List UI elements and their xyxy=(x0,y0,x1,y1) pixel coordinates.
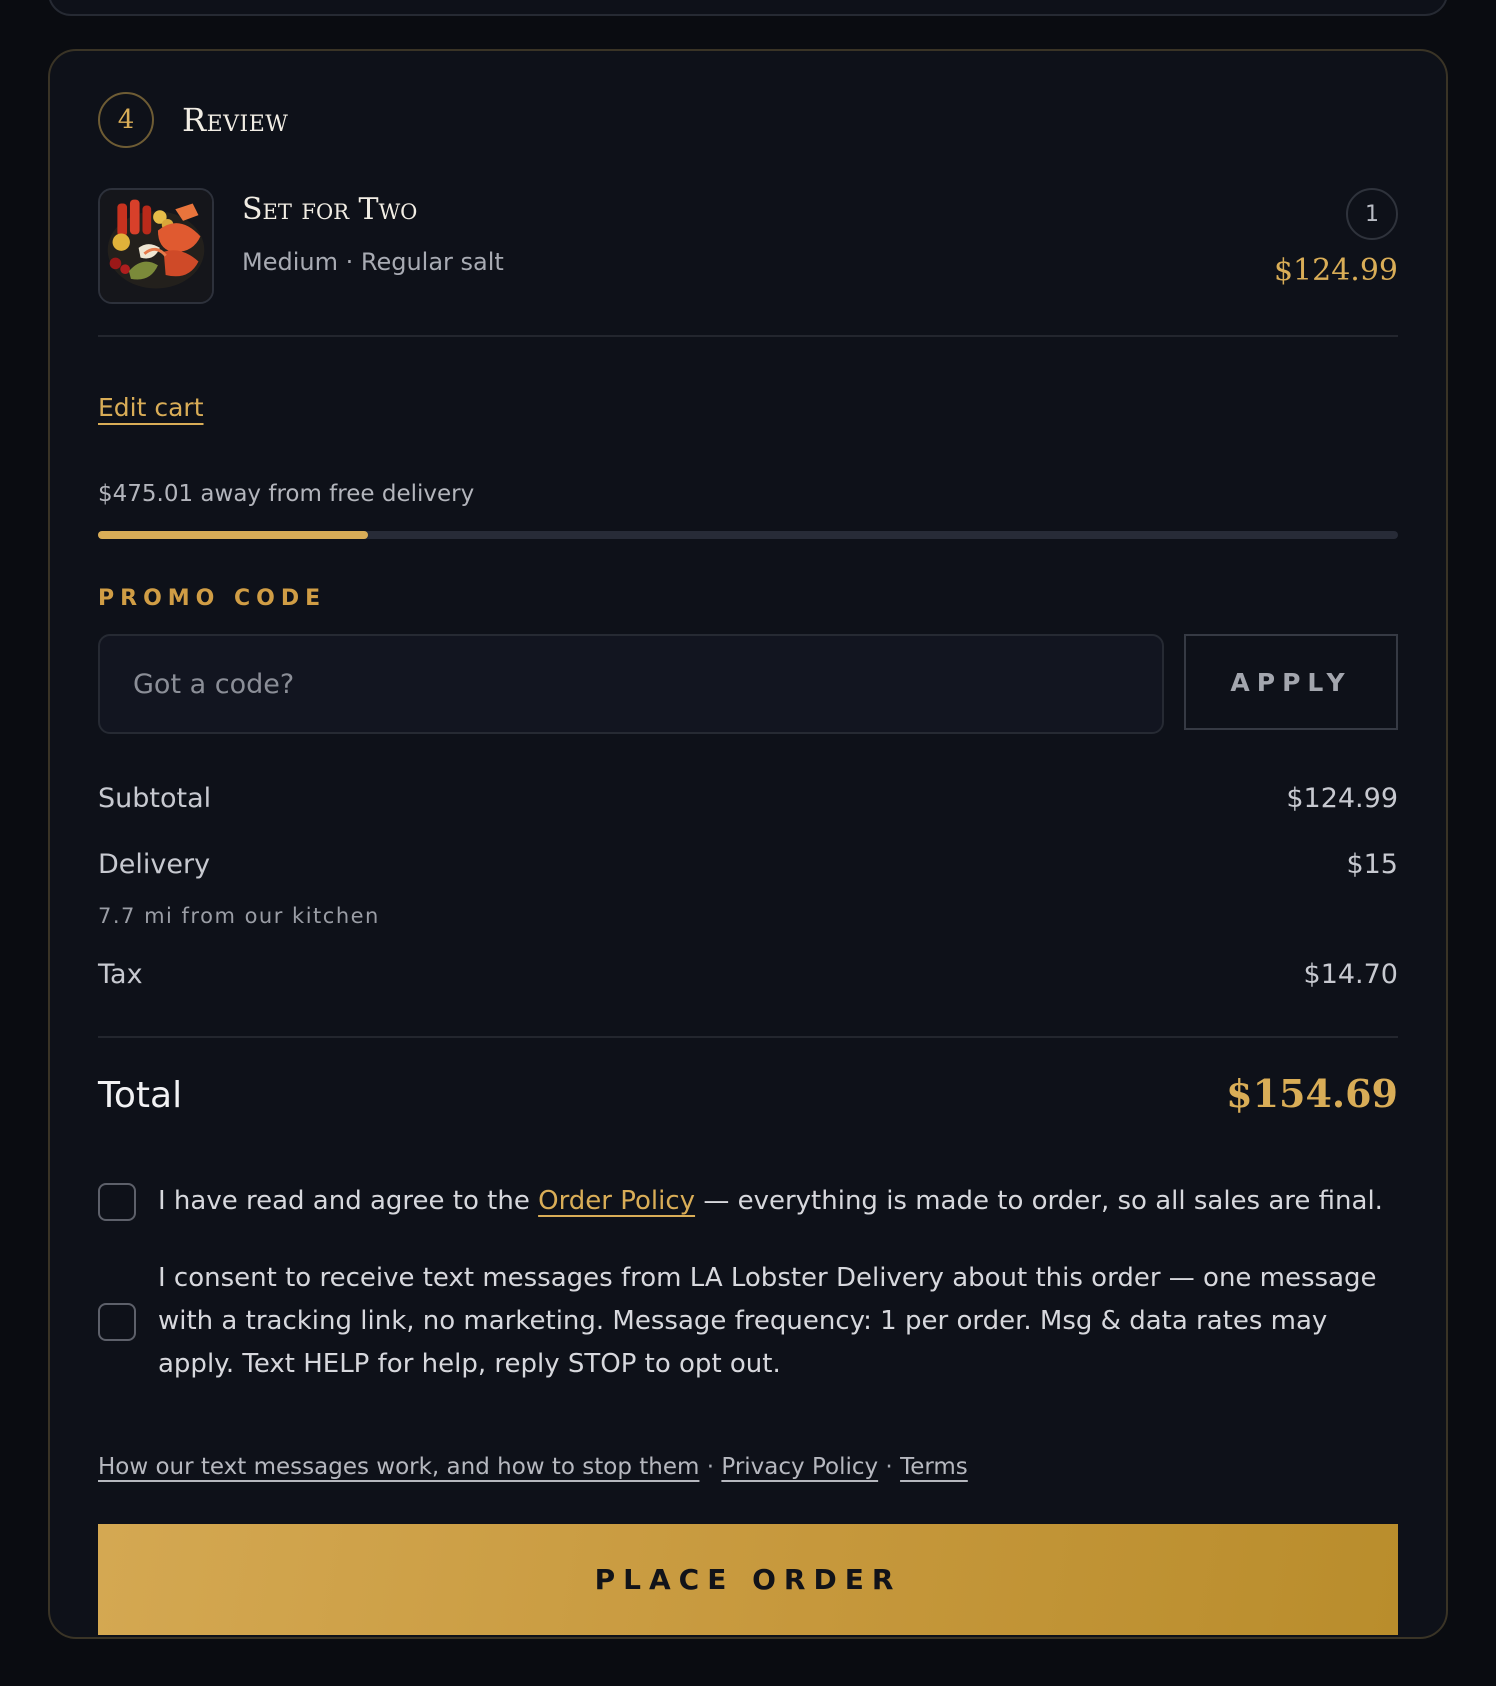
sms-info-link[interactable]: How our text messages work, and how to s… xyxy=(98,1454,699,1480)
order-policy-prefix: I have read and agree to the xyxy=(158,1186,539,1216)
delivery-row: Delivery $15 xyxy=(98,849,1398,880)
step-number-badge: 4 xyxy=(98,92,154,148)
delivery-distance-note: 7.7 mi from our kitchen xyxy=(98,904,380,928)
order-policy-text: I have read and agree to the Order Polic… xyxy=(158,1180,1383,1223)
promo-code-label: PROMO CODE xyxy=(98,586,327,611)
divider xyxy=(98,1036,1398,1038)
terms-link[interactable]: Terms xyxy=(900,1454,968,1480)
order-policy-link[interactable]: Order Policy xyxy=(538,1186,695,1216)
review-step-card: 4 Review Set for Two Medium · Regular sa… xyxy=(48,49,1448,1639)
total-row: Total $154.69 xyxy=(98,1071,1398,1116)
free-delivery-progress-bar xyxy=(98,531,1398,539)
divider xyxy=(98,335,1398,337)
delivery-value: $15 xyxy=(1346,849,1398,880)
sms-consent-text: I consent to receive text messages from … xyxy=(158,1263,1377,1379)
order-policy-agreement: I have read and agree to the Order Polic… xyxy=(98,1180,1398,1223)
item-options: Medium · Regular salt xyxy=(242,248,504,276)
place-order-button[interactable]: PLACE ORDER xyxy=(98,1524,1398,1635)
apply-promo-button[interactable]: APPLY xyxy=(1184,634,1398,730)
subtotal-value: $124.99 xyxy=(1286,783,1398,814)
tax-row: Tax $14.70 xyxy=(98,959,1398,990)
subtotal-label: Subtotal xyxy=(98,783,212,814)
item-price: $124.99 xyxy=(1273,253,1398,288)
cart-item: Set for Two Medium · Regular salt 1 $124… xyxy=(98,188,1398,304)
sms-consent-checkbox[interactable] xyxy=(98,1302,136,1341)
delivery-label: Delivery xyxy=(98,849,211,880)
step-title: Review xyxy=(182,101,289,139)
free-delivery-progress-fill xyxy=(98,531,369,539)
seafood-platter-image xyxy=(98,188,214,304)
free-delivery-status: $475.01 away from free delivery xyxy=(98,481,475,507)
total-value: $154.69 xyxy=(1226,1071,1398,1116)
order-policy-checkbox[interactable] xyxy=(98,1182,136,1221)
promo-code-input[interactable] xyxy=(98,634,1164,734)
order-policy-suffix: — everything is made to order, so all sa… xyxy=(695,1186,1383,1216)
link-separator: · xyxy=(878,1454,901,1480)
item-quantity-badge: 1 xyxy=(1346,188,1398,240)
subtotal-row: Subtotal $124.99 xyxy=(98,783,1398,814)
tax-label: Tax xyxy=(98,959,143,990)
tax-value: $14.70 xyxy=(1303,959,1398,990)
link-separator: · xyxy=(699,1454,722,1480)
step-header: 4 Review xyxy=(98,92,288,148)
legal-links: How our text messages work, and how to s… xyxy=(98,1454,968,1480)
previous-step-card xyxy=(48,0,1448,16)
edit-cart-link[interactable]: Edit cart xyxy=(98,393,204,422)
sms-consent-agreement: I consent to receive text messages from … xyxy=(98,1257,1398,1386)
item-name: Set for Two xyxy=(242,192,418,227)
privacy-policy-link[interactable]: Privacy Policy xyxy=(721,1454,878,1480)
total-label: Total xyxy=(98,1075,183,1116)
